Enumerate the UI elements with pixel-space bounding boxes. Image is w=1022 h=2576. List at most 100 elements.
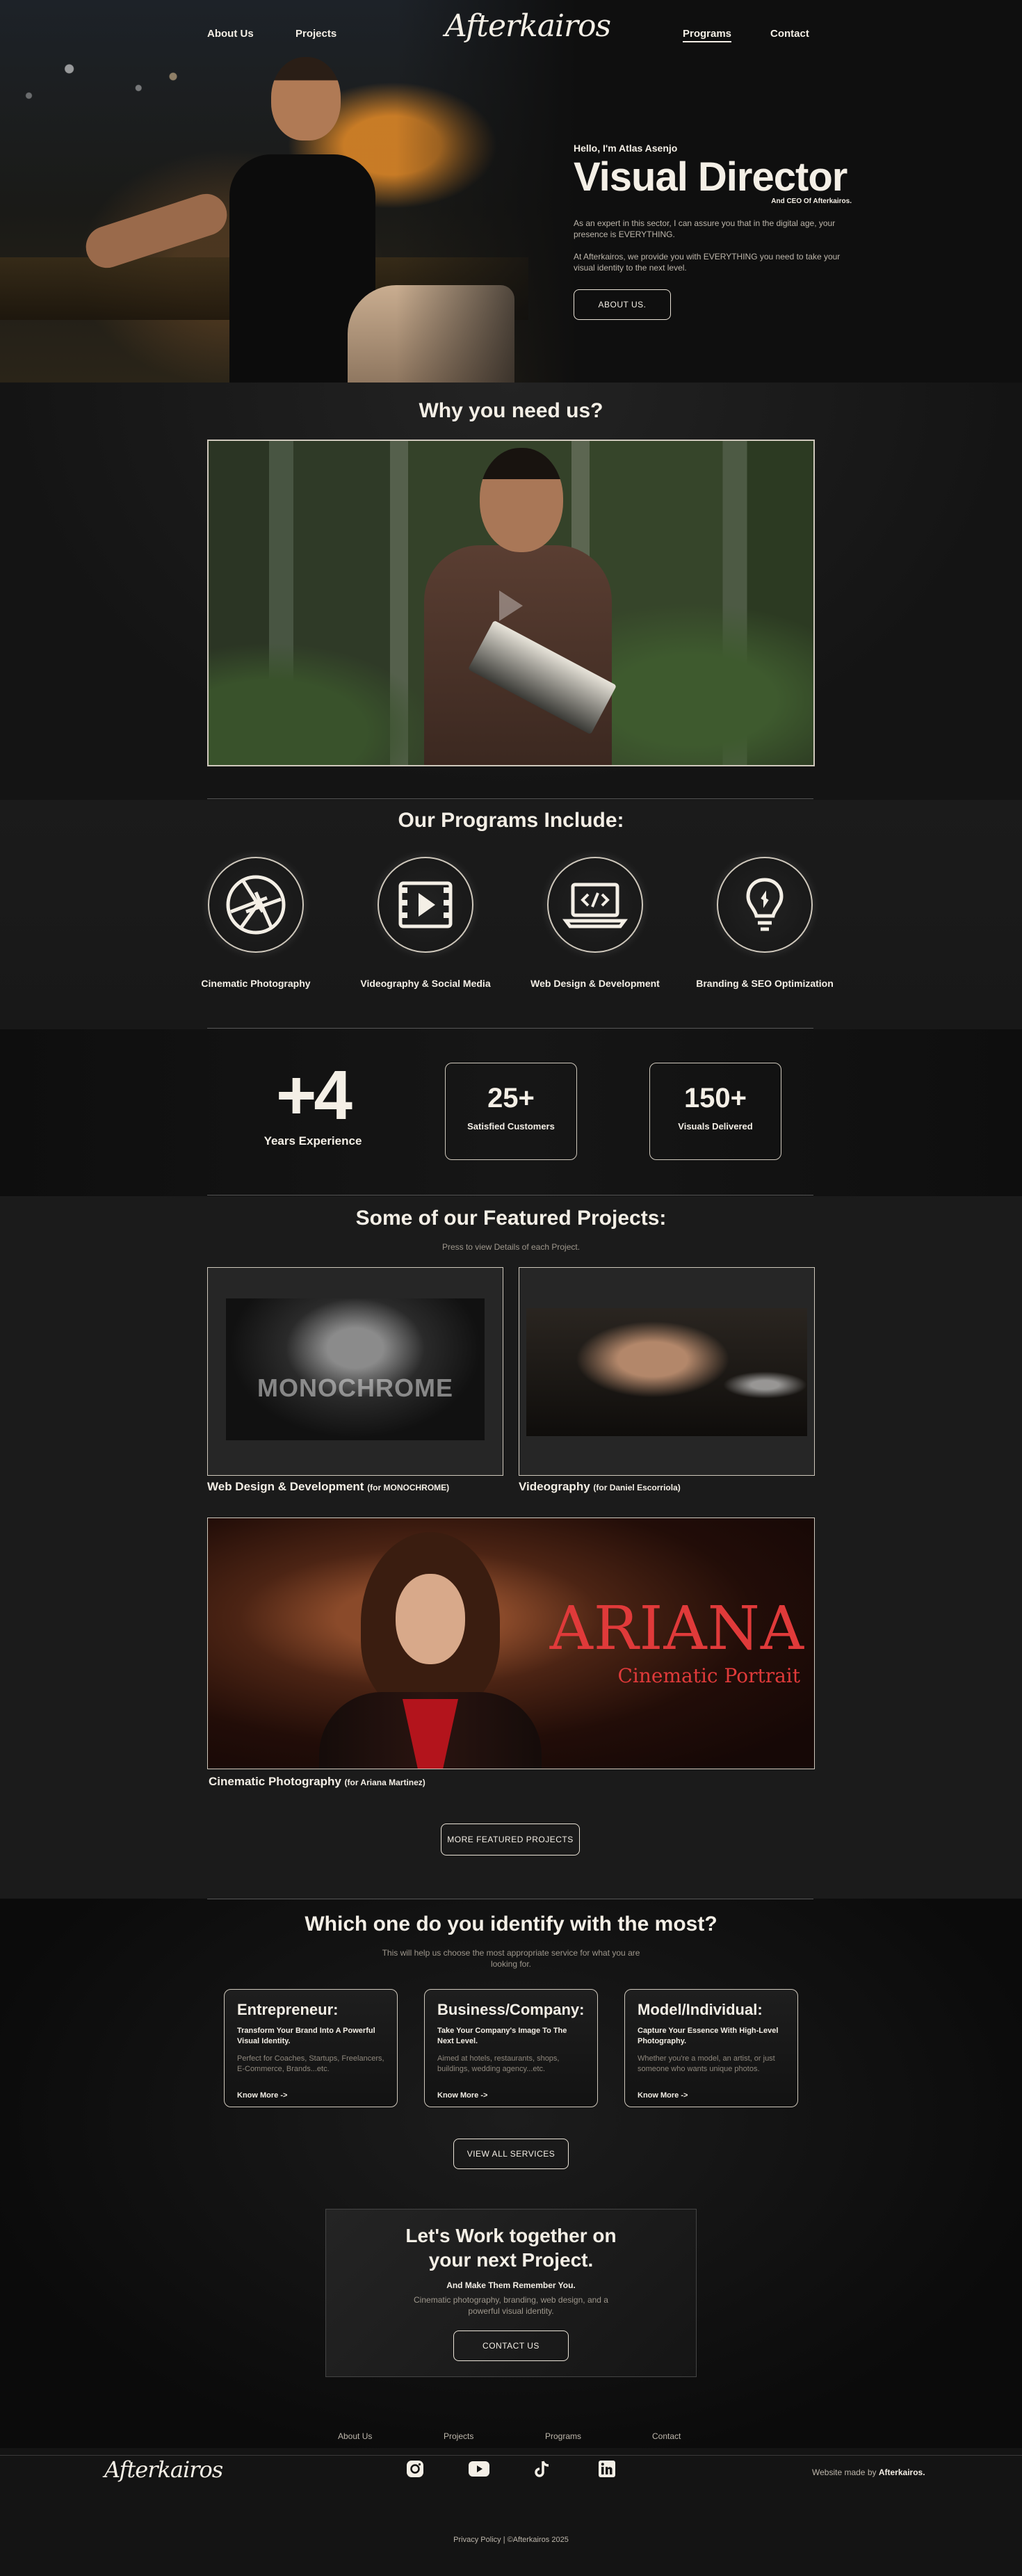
- nav-about-us[interactable]: About Us: [207, 28, 254, 40]
- project-client: (for Daniel Escorriola): [593, 1483, 681, 1492]
- program-item-branding[interactable]: Branding & SEO Optimization: [695, 857, 834, 989]
- footer-nav-about[interactable]: About Us: [338, 2431, 372, 2441]
- know-more-link[interactable]: Know More ->: [237, 2091, 287, 2100]
- lightbulb-icon: [717, 857, 813, 953]
- hero-title: Visual Director: [574, 154, 847, 200]
- project-card-ariana[interactable]: ARIANA Cinematic Portrait: [207, 1518, 815, 1769]
- section-divider: [207, 1028, 813, 1029]
- identify-subtitle: This will help us choose the most approp…: [382, 1948, 640, 1970]
- more-featured-projects-button[interactable]: MORE FEATURED PROJECTS: [441, 1824, 580, 1855]
- card-text: Whether you're a model, an artist, or ju…: [638, 2054, 775, 2073]
- ariana-image-subtitle: Cinematic Portrait: [617, 1664, 801, 1687]
- project-caption-ariana: Cinematic Photography (for Ariana Martin…: [209, 1775, 425, 1789]
- credit-prefix: Website made by: [812, 2468, 877, 2477]
- hero-section: [0, 0, 1022, 383]
- programs-title: Our Programs Include:: [398, 809, 624, 832]
- card-title: Business/Company:: [437, 2001, 585, 2018]
- hero-greeting: Hello, I'm Atlas Asenjo: [574, 143, 678, 154]
- know-more-link[interactable]: Know More ->: [638, 2091, 688, 2100]
- cta-title: Let's Work together on your next Project…: [405, 2225, 617, 2271]
- credit-brand[interactable]: Afterkairos.: [879, 2468, 925, 2477]
- nav-programs[interactable]: Programs: [683, 28, 732, 42]
- project-title: Web Design & Development: [207, 1480, 364, 1493]
- identify-title: Which one do you identify with the most?: [305, 1913, 717, 1935]
- stat-years-label: Years Experience: [263, 1134, 362, 1148]
- linkedin-icon[interactable]: [598, 2460, 616, 2478]
- laptop-code-icon: [547, 857, 643, 953]
- tiktok-icon[interactable]: [534, 2460, 552, 2478]
- project-caption-monochrome: Web Design & Development (for MONOCHROME…: [207, 1480, 449, 1494]
- program-label: Videography & Social Media: [360, 978, 491, 989]
- program-label: Branding & SEO Optimization: [696, 978, 834, 989]
- hero-paragraph-2: At Afterkairos, we provide you with EVER…: [574, 252, 841, 273]
- program-item-webdesign[interactable]: Web Design & Development: [526, 857, 665, 989]
- footer-logo[interactable]: Afterkairos: [104, 2456, 223, 2483]
- program-label: Cinematic Photography: [201, 978, 311, 989]
- program-item-videography[interactable]: Videography & Social Media: [356, 857, 495, 989]
- stat-years: +4 Years Experience: [257, 1061, 368, 1148]
- program-item-photography[interactable]: Cinematic Photography: [186, 857, 325, 989]
- footer-legal: Privacy Policy | ©Afterkairos 2025: [453, 2536, 569, 2544]
- play-icon[interactable]: [499, 590, 523, 621]
- project-client: (for MONOCHROME): [367, 1483, 450, 1492]
- cta-strong: And Make Them Remember You.: [446, 2280, 576, 2290]
- know-more-link[interactable]: Know More ->: [437, 2091, 487, 2100]
- videography-still-image: [526, 1308, 807, 1436]
- project-card-monochrome[interactable]: MONOCHROME: [207, 1267, 503, 1476]
- section-divider: [207, 1195, 813, 1196]
- stat-years-number: +4: [275, 1056, 352, 1134]
- stat-visuals-label: Visuals Delivered: [678, 1121, 753, 1132]
- stat-customers-number: 25+: [487, 1083, 535, 1113]
- hero-portrait-photo: [0, 0, 577, 383]
- footer-nav-contact[interactable]: Contact: [652, 2431, 681, 2441]
- why-video-thumbnail[interactable]: [207, 440, 815, 766]
- contact-us-button[interactable]: CONTACT US: [453, 2331, 569, 2362]
- stat-customers: 25+ Satisfied Customers: [445, 1063, 577, 1160]
- footer-nav-programs[interactable]: Programs: [545, 2431, 581, 2441]
- featured-hint: Press to view Details of each Project.: [441, 1242, 581, 1252]
- footer-credit: Website made by Afterkairos.: [812, 2468, 925, 2477]
- ariana-image-title: ARIANA: [549, 1594, 804, 1664]
- programs-section: [0, 800, 1022, 1029]
- nav-contact[interactable]: Contact: [770, 28, 809, 40]
- card-strong: Transform Your Brand Into A Powerful Vis…: [237, 2027, 375, 2045]
- hero-paragraph-1: As an expert in this sector, I can assur…: [574, 218, 836, 240]
- card-title: Model/Individual:: [638, 2001, 763, 2018]
- project-title: Cinematic Photography: [209, 1775, 341, 1788]
- instagram-icon[interactable]: [406, 2460, 424, 2478]
- monochrome-website-preview: MONOCHROME: [226, 1298, 485, 1440]
- hero-text-block: Hello, I'm Atlas Asenjo Visual Director …: [574, 143, 866, 320]
- nav-projects[interactable]: Projects: [295, 28, 336, 40]
- film-icon: [378, 857, 473, 953]
- stat-visuals-number: 150+: [683, 1083, 747, 1113]
- identify-card-model[interactable]: Model/Individual: Capture Your Essence W…: [624, 1989, 798, 2107]
- card-strong: Capture Your Essence With High-Level Pho…: [638, 2027, 779, 2045]
- card-text: Perfect for Coaches, Startups, Freelance…: [237, 2054, 384, 2073]
- youtube-icon[interactable]: [469, 2460, 489, 2478]
- why-title: Why you need us?: [419, 399, 603, 422]
- program-label: Web Design & Development: [530, 978, 660, 989]
- identify-card-business[interactable]: Business/Company: Take Your Company's Im…: [424, 1989, 598, 2107]
- contact-cta-box: Let's Work together on your next Project…: [325, 2209, 697, 2377]
- ariana-portrait-photo: [319, 1532, 542, 1769]
- view-all-services-button[interactable]: VIEW ALL SERVICES: [453, 2139, 569, 2169]
- card-text: Aimed at hotels, restaurants, shops, bui…: [437, 2054, 560, 2073]
- project-client: (for Ariana Martinez): [344, 1778, 425, 1787]
- site-logo[interactable]: Afterkairos: [445, 8, 611, 44]
- identify-card-entrepreneur[interactable]: Entrepreneur: Transform Your Brand Into …: [224, 1989, 398, 2107]
- cta-text: Cinematic photography, branding, web des…: [414, 2295, 608, 2317]
- featured-title: Some of our Featured Projects:: [355, 1207, 667, 1230]
- section-divider: [207, 798, 813, 799]
- stat-visuals: 150+ Visuals Delivered: [649, 1063, 781, 1160]
- project-caption-videography: Videography (for Daniel Escorriola): [519, 1480, 681, 1494]
- card-title: Entrepreneur:: [237, 2001, 339, 2018]
- camera-aperture-icon: [208, 857, 304, 953]
- card-strong: Take Your Company's Image To The Next Le…: [437, 2027, 567, 2045]
- footer-divider: [0, 2455, 1022, 2456]
- project-card-videography[interactable]: [519, 1267, 815, 1476]
- footer-nav-projects[interactable]: Projects: [444, 2431, 473, 2441]
- project-title: Videography: [519, 1480, 590, 1493]
- stat-customers-label: Satisfied Customers: [467, 1121, 555, 1132]
- monochrome-wordmark: MONOCHROME: [257, 1374, 453, 1402]
- about-us-button[interactable]: ABOUT US.: [574, 289, 671, 320]
